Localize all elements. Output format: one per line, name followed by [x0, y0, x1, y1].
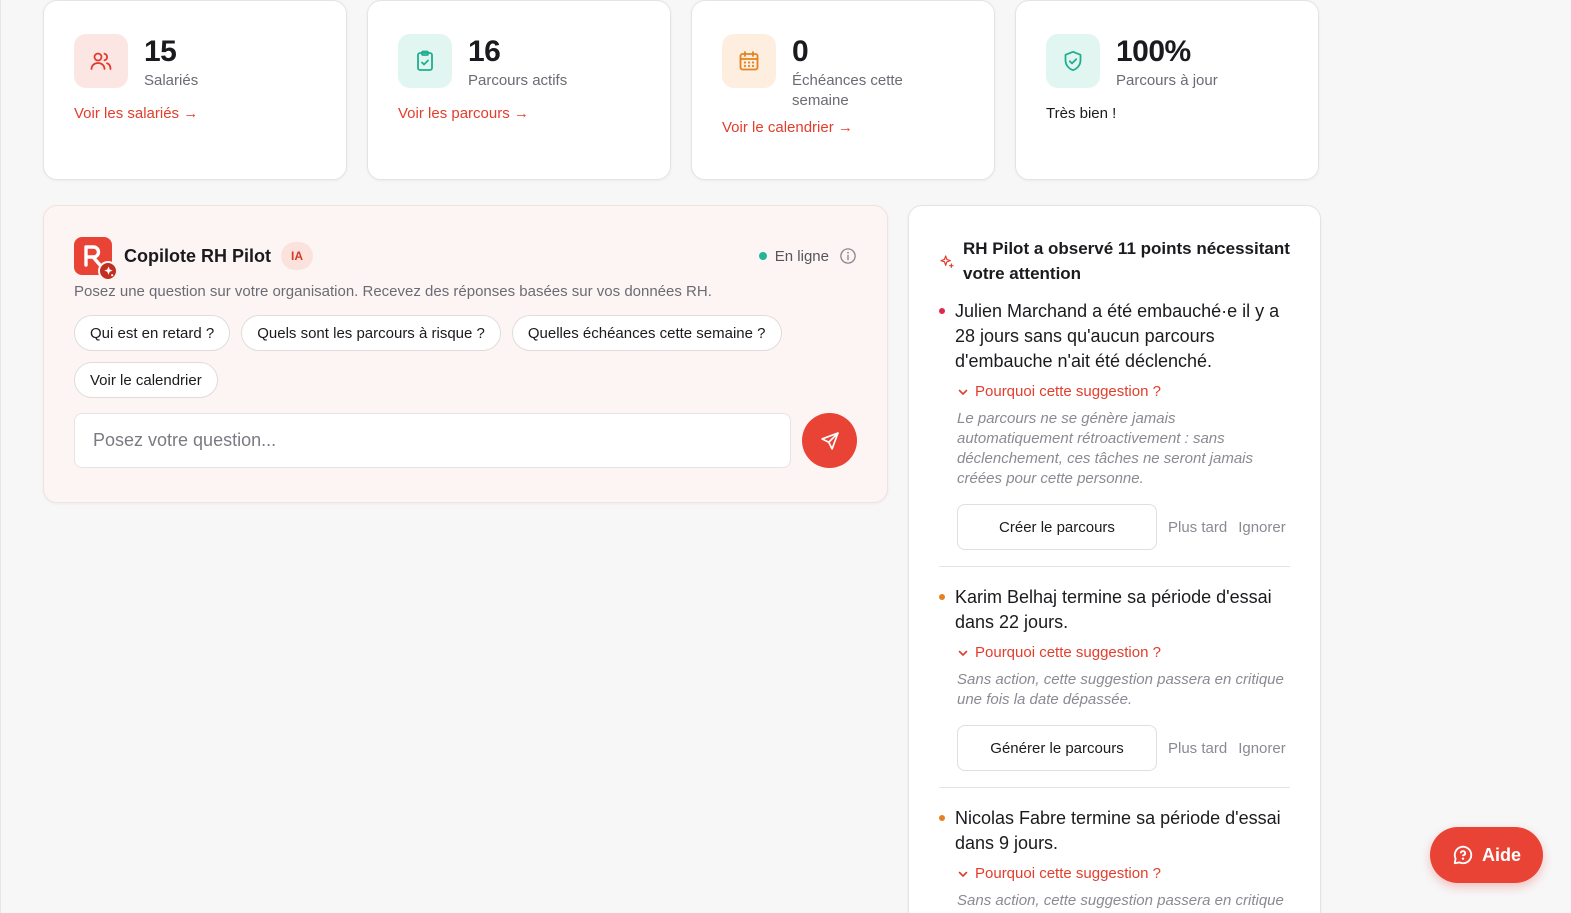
- why-toggle[interactable]: Pourquoi cette suggestion ?: [957, 644, 1290, 661]
- active-paths-count: 16: [468, 35, 501, 68]
- suggestion-item: Nicolas Fabre termine sa période d'essai…: [939, 788, 1290, 913]
- priority-dot-critical: [939, 308, 945, 314]
- stat-card-active-paths: 16 Parcours actifs Voir les parcours →: [367, 0, 671, 180]
- copilot-title: Copilote RH Pilot: [124, 245, 271, 266]
- help-label: Aide: [1481, 844, 1521, 865]
- generate-path-button[interactable]: Générer le parcours: [957, 725, 1157, 771]
- suggestion-message: Karim Belhaj termine sa période d'essai …: [955, 587, 1272, 632]
- active-paths-label: Parcours actifs: [468, 72, 568, 89]
- ignore-button[interactable]: Ignorer: [1238, 519, 1286, 536]
- chevron-down-icon: [957, 868, 969, 880]
- send-icon: [820, 431, 840, 451]
- stat-card-deadlines: 0 Échéances cette semaine Voir le calend…: [691, 0, 995, 180]
- later-button[interactable]: Plus tard: [1168, 740, 1227, 757]
- chevron-down-icon: [957, 647, 969, 659]
- sparkle-icon: [98, 261, 118, 281]
- ignore-button[interactable]: Ignorer: [1238, 740, 1286, 757]
- copilot-subtitle: Posez une question sur votre organisatio…: [74, 283, 712, 300]
- chevron-down-icon: [957, 386, 969, 398]
- rh-pilot-logo: [74, 237, 118, 281]
- info-icon[interactable]: [839, 247, 857, 265]
- attention-panel: RH Pilot a observé 11 points nécessitant…: [908, 205, 1321, 913]
- ia-badge: IA: [281, 242, 313, 270]
- view-paths-link[interactable]: Voir les parcours →: [398, 105, 529, 122]
- stat-card-employees: 15 Salariés Voir les salariés →: [43, 0, 347, 180]
- suggestion-message: Julien Marchand a été embauché·e il y a …: [955, 301, 1280, 371]
- clipboard-check-icon: [398, 34, 452, 88]
- online-label: En ligne: [774, 247, 829, 265]
- up-to-date-percent: 100%: [1116, 35, 1191, 68]
- online-status: En ligne: [758, 247, 857, 265]
- suggestion-item: Karim Belhaj termine sa période d'essai …: [939, 567, 1290, 788]
- why-label: Pourquoi cette suggestion ?: [975, 644, 1161, 661]
- view-calendar-link[interactable]: Voir le calendrier →: [722, 119, 853, 136]
- status-note: Très bien !: [1046, 105, 1117, 122]
- sparkle-icon: [939, 254, 955, 286]
- help-circle-icon: [1452, 844, 1474, 866]
- chip-view-calendar[interactable]: Voir le calendrier: [74, 362, 218, 398]
- send-button[interactable]: [802, 413, 857, 468]
- chip-who-is-late[interactable]: Qui est en retard ?: [74, 315, 231, 351]
- priority-dot-warning: [939, 594, 945, 600]
- why-toggle[interactable]: Pourquoi cette suggestion ?: [957, 383, 1290, 400]
- suggested-questions: Qui est en retard ? Quels sont les parco…: [74, 315, 834, 398]
- deadlines-label: Échéances cette semaine: [792, 72, 903, 109]
- stat-card-paths-up-to-date: 100% Parcours à jour Très bien !: [1015, 0, 1319, 180]
- suggestion-reason: Sans action, cette suggestion passera en…: [957, 892, 1284, 913]
- shield-check-icon: [1046, 34, 1100, 88]
- help-button[interactable]: Aide: [1430, 827, 1543, 883]
- users-icon: [74, 34, 128, 88]
- calendar-icon: [722, 34, 776, 88]
- deadlines-count: 0: [792, 35, 809, 68]
- priority-dot-warning: [939, 815, 945, 821]
- view-employees-link[interactable]: Voir les salariés →: [74, 105, 198, 122]
- why-label: Pourquoi cette suggestion ?: [975, 383, 1161, 400]
- suggestion-item: Julien Marchand a été embauché·e il y a …: [939, 286, 1290, 567]
- why-toggle[interactable]: Pourquoi cette suggestion ?: [957, 865, 1290, 882]
- copilot-panel: Copilote RH Pilot IA En ligne Posez une …: [43, 205, 888, 503]
- why-label: Pourquoi cette suggestion ?: [975, 865, 1161, 882]
- up-to-date-label: Parcours à jour: [1116, 72, 1218, 89]
- chip-deadlines-this-week[interactable]: Quelles échéances cette semaine ?: [511, 315, 782, 351]
- later-button[interactable]: Plus tard: [1168, 519, 1227, 536]
- suggestion-reason: Le parcours ne se génère jamais automati…: [957, 410, 1253, 487]
- online-dot: [758, 252, 767, 260]
- employees-label: Salariés: [144, 72, 199, 89]
- question-input[interactable]: [74, 413, 792, 468]
- chip-risky-paths[interactable]: Quels sont les parcours à risque ?: [241, 315, 501, 351]
- suggestion-message: Nicolas Fabre termine sa période d'essai…: [955, 808, 1281, 853]
- attention-title: RH Pilot a observé 11 points nécessitant…: [963, 239, 1290, 283]
- suggestion-reason: Sans action, cette suggestion passera en…: [957, 671, 1284, 708]
- employees-count: 15: [144, 35, 177, 68]
- create-path-button[interactable]: Créer le parcours: [957, 504, 1157, 550]
